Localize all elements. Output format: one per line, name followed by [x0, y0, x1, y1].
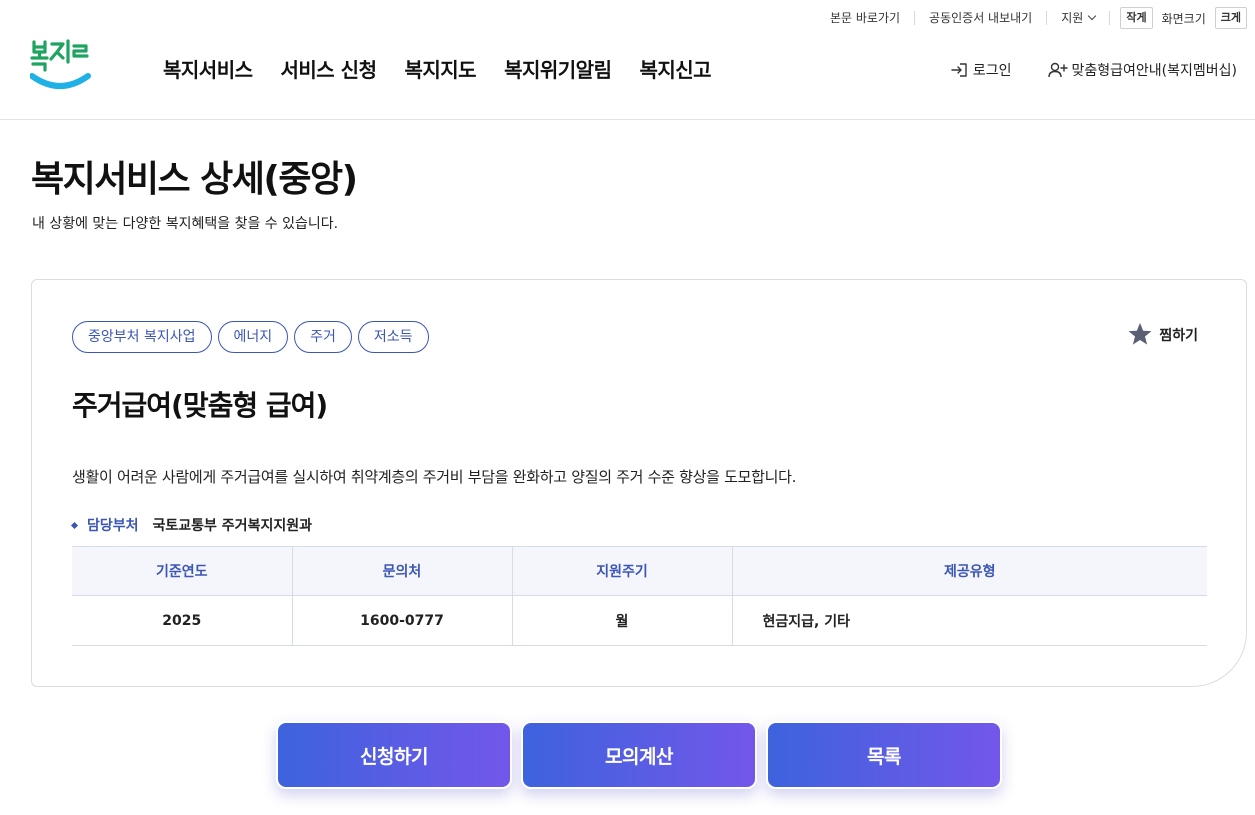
cell-contact: 1600-0777 — [291, 595, 512, 646]
favorite-label: 찜하기 — [1159, 327, 1198, 344]
simulate-button[interactable]: 모의계산 — [521, 721, 757, 789]
cell-support-cycle: 월 — [511, 595, 732, 646]
department-label: 담당부처 — [87, 518, 139, 534]
support-menu[interactable]: 지원 — [1046, 11, 1109, 25]
cell-provision-type: 현금지급, 기타 — [731, 595, 1207, 646]
font-size-control: 작게 화면크기 크게 — [1109, 7, 1247, 29]
tag-housing[interactable]: 주거 — [294, 321, 352, 353]
nav-item-service-apply[interactable]: 서비스 신청 — [281, 54, 377, 83]
table-header-row: 기준연도 문의처 지원주기 제공유형 — [72, 546, 1207, 596]
star-icon — [1128, 322, 1152, 345]
nav-item-welfare-map[interactable]: 복지지도 — [404, 54, 476, 83]
service-title: 주거급여(맞춤형 급여) — [72, 389, 328, 422]
favorite-button[interactable]: 찜하기 — [1127, 322, 1198, 347]
header-actions: 로그인 맞춤형급여안내(복지멤버십) — [951, 60, 1237, 80]
service-description: 생활이 어려운 사람에게 주거급여를 실시하여 취약계층의 주거비 부담을 완화… — [72, 468, 797, 486]
skip-to-content-link[interactable]: 본문 바로가기 — [816, 11, 914, 25]
utility-bar: 본문 바로가기 공동인증서 내보내기 지원 작게 화면크기 크게 — [816, 6, 1247, 30]
nav-item-crisis-alert[interactable]: 복지위기알림 — [504, 54, 612, 83]
service-detail-card: 중앙부처 복지사업 에너지 주거 저소득 찜하기 주거급여(맞춤형 급여) 생활… — [31, 279, 1247, 687]
main-navigation: 복지서비스 서비스 신청 복지지도 복지위기알림 복지신고 — [163, 54, 739, 83]
membership-label: 맞춤형급여안내(복지멤버십) — [1071, 63, 1237, 79]
header-divider — [0, 119, 1255, 120]
export-certificate-link[interactable]: 공동인증서 내보내기 — [914, 11, 1046, 25]
cell-base-year: 2025 — [72, 595, 292, 646]
tag-energy[interactable]: 에너지 — [217, 321, 289, 353]
apply-button[interactable]: 신청하기 — [276, 721, 512, 789]
user-add-icon — [1047, 62, 1068, 78]
list-button[interactable]: 목록 — [766, 721, 1002, 789]
header-base-year: 기준연도 — [72, 546, 292, 596]
support-label: 지원 — [1061, 11, 1084, 25]
department-info: 담당부처 국토교통부 주거복지지원과 — [70, 515, 312, 535]
chevron-down-icon — [1088, 11, 1097, 21]
nav-item-welfare-services[interactable]: 복지서비스 — [163, 54, 253, 83]
login-label: 로그인 — [972, 63, 1012, 79]
table-row: 2025 1600-0777 월 현금지급, 기타 — [72, 595, 1207, 646]
font-small-button[interactable]: 작게 — [1120, 7, 1153, 29]
nav-item-welfare-report[interactable]: 복지신고 — [639, 54, 711, 83]
login-icon — [951, 63, 967, 77]
service-info-table: 기준연도 문의처 지원주기 제공유형 2025 1600-0777 월 현금지급… — [72, 546, 1207, 646]
page-subtitle: 내 상황에 맞는 다양한 복지혜택을 찾을 수 있습니다. — [32, 216, 339, 232]
bokjiro-logo-icon — [29, 39, 91, 89]
tag-central-ministry[interactable]: 중앙부처 복지사업 — [72, 321, 212, 353]
header-contact: 문의처 — [291, 546, 512, 596]
membership-link[interactable]: 맞춤형급여안내(복지멤버십) — [1047, 60, 1237, 80]
page-title: 복지서비스 상세(중앙) — [31, 159, 358, 200]
login-link[interactable]: 로그인 — [951, 60, 1012, 80]
action-buttons: 신청하기 모의계산 목록 — [276, 721, 1011, 789]
header-support-cycle: 지원주기 — [511, 546, 732, 596]
site-logo[interactable] — [29, 38, 92, 92]
bullet-diamond-icon — [70, 521, 79, 529]
tag-low-income[interactable]: 저소득 — [357, 321, 429, 353]
department-value: 국토교통부 주거복지지원과 — [152, 518, 312, 534]
font-size-label: 화면크기 — [1161, 11, 1206, 26]
header-provision-type: 제공유형 — [731, 546, 1207, 596]
service-tags: 중앙부처 복지사업 에너지 주거 저소득 — [72, 321, 435, 353]
font-large-button[interactable]: 크게 — [1214, 7, 1247, 29]
